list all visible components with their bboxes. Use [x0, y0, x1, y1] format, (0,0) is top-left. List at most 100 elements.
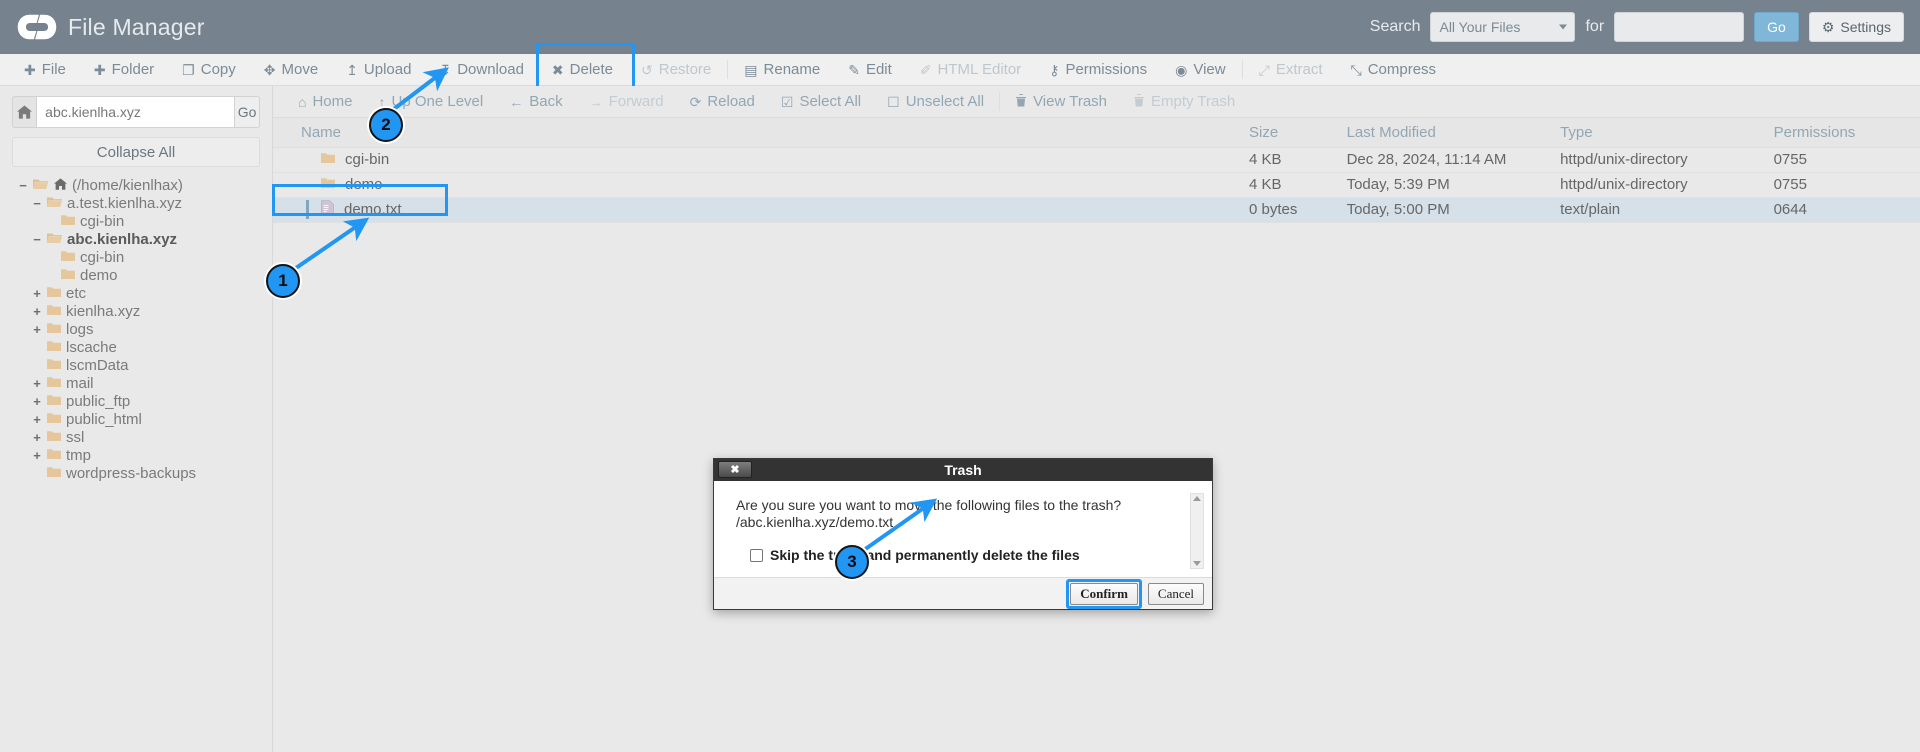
toolbar-item-label: Copy [201, 61, 236, 78]
subbar-item-home[interactable]: ⌂Home [285, 86, 365, 117]
skip-trash-checkbox[interactable] [750, 549, 763, 562]
toolbar-item-delete[interactable]: ✖Delete [538, 54, 627, 85]
tree-item-lscmdata[interactable]: +lscmData [12, 356, 260, 374]
toolbar-item-file[interactable]: ✚File [10, 54, 80, 85]
search-scope-select[interactable]: All Your Files [1430, 12, 1575, 42]
column-header-last-modified[interactable]: Last Modified [1347, 118, 1561, 147]
toolbar-item-label: Upload [364, 61, 412, 78]
html-editor-icon: ✐ [920, 63, 932, 77]
toolbar-item-move[interactable]: ✥Move [250, 54, 332, 85]
dialog-title: Trash [944, 462, 981, 478]
annotation-badge-2: 2 [369, 108, 403, 142]
tree-item-cgi-bin[interactable]: +cgi-bin [12, 248, 260, 266]
expand-plus-icon[interactable]: + [32, 394, 42, 409]
expand-plus-icon[interactable]: + [32, 304, 42, 319]
toolbar-item-label: Permissions [1065, 61, 1147, 78]
subbar-item-reload[interactable]: ⟳Reload [677, 86, 768, 117]
cell-name[interactable]: demo.txt [273, 197, 1249, 222]
settings-button[interactable]: ⚙ Settings [1809, 12, 1904, 42]
tree-item-public_html[interactable]: +public_html [12, 410, 260, 428]
plus-icon: ✚ [94, 63, 106, 77]
file-name: cgi-bin [345, 151, 389, 168]
toolbar-item-compress[interactable]: ⤡Compress [1337, 54, 1451, 85]
skip-trash-checkbox-row[interactable]: Skip the trash and permanently delete th… [750, 547, 1194, 563]
toolbar-item-upload[interactable]: ↥Upload [332, 54, 425, 85]
scroll-down-icon[interactable] [1193, 561, 1201, 566]
column-header-type[interactable]: Type [1560, 118, 1774, 147]
subbar-item-view-trash[interactable]: View Trash [1002, 86, 1120, 117]
tree-item-ssl[interactable]: + ssl [12, 428, 260, 446]
search-input[interactable] [1614, 12, 1744, 42]
tree-item-label: demo [80, 267, 118, 284]
expand-plus-icon[interactable]: + [32, 286, 42, 301]
search-for-label: for [1585, 18, 1604, 36]
toolbar-item-view[interactable]: ◉View [1161, 54, 1239, 85]
search-go-button[interactable]: Go [1754, 12, 1799, 42]
cell-last-modified: Today, 5:00 PM [1347, 197, 1561, 222]
tree-item-mail[interactable]: +mail [12, 374, 260, 392]
toolbar-item-copy[interactable]: ❐ Copy [168, 54, 250, 85]
tree-item-public_ftp[interactable]: +public_ftp [12, 392, 260, 410]
table-row[interactable]: cgi-bin4 KBDec 28, 2024, 11:14 AMhttpd/u… [273, 147, 1920, 172]
collapse-minus-icon[interactable]: − [32, 196, 42, 211]
tree-item-lscache[interactable]: +lscache [12, 338, 260, 356]
toolbar-item-edit[interactable]: ✎Edit [834, 54, 906, 85]
dialog-scrollbar[interactable] [1190, 493, 1204, 569]
tree-item-logs[interactable]: +logs [12, 320, 260, 338]
toolbar-item-rename[interactable]: ▤Rename [730, 54, 834, 85]
expand-plus-icon[interactable]: + [32, 322, 42, 337]
folder-icon [47, 375, 61, 392]
path-go-button[interactable]: Go [234, 96, 260, 128]
subbar-item-label: Up One Level [391, 93, 483, 110]
table-row[interactable]: demo.txt0 bytesToday, 5:00 PMtext/plain0… [273, 197, 1920, 222]
tree-item-label: (/home/kienlhax) [72, 177, 183, 194]
subbar-item-back[interactable]: ←Back [496, 86, 575, 117]
expand-plus-icon[interactable]: + [32, 448, 42, 463]
table-row[interactable]: demo4 KBToday, 5:39 PMhttpd/unix-directo… [273, 172, 1920, 197]
confirm-button[interactable]: Confirm [1070, 583, 1138, 605]
cell-name[interactable]: cgi-bin [273, 147, 1249, 172]
subbar-item-unselect-all[interactable]: ☐Unselect All [874, 86, 997, 117]
tree-item-wordpress-backups[interactable]: +wordpress-backups [12, 464, 260, 482]
copy-icon: ❐ [182, 63, 195, 77]
toolbar-item-download[interactable]: ↧Download [425, 54, 537, 85]
column-header-permissions[interactable]: Permissions [1774, 118, 1920, 147]
cell-name[interactable]: demo [273, 172, 1249, 197]
tree-item-demo[interactable]: +demo [12, 266, 260, 284]
tree-item-abc.kienlha.xyz[interactable]: −abc.kienlha.xyz [12, 230, 260, 248]
tree-item-label: a.test.kienlha.xyz [67, 195, 182, 212]
sidebar-home-button[interactable] [12, 96, 36, 128]
path-input[interactable] [36, 96, 234, 128]
tree-item-etc[interactable]: +etc [12, 284, 260, 302]
toolbar-item-permissions[interactable]: ⚷Permissions [1035, 54, 1161, 85]
tree-item-a.test.kienlha.xyz[interactable]: − a.test.kienlha.xyz [12, 194, 260, 212]
tree-item-label: kienlha.xyz [66, 303, 140, 320]
expand-plus-icon[interactable]: + [32, 430, 42, 445]
column-header-size[interactable]: Size [1249, 118, 1347, 147]
collapse-all-button[interactable]: Collapse All [12, 137, 260, 167]
cell-permissions: 0644 [1774, 197, 1920, 222]
scroll-up-icon[interactable] [1193, 496, 1201, 501]
toolbar-item-folder[interactable]: ✚Folder [80, 54, 168, 85]
cancel-button[interactable]: Cancel [1148, 583, 1204, 605]
tree-item-homekienlhax[interactable]: − (/home/kienlhax) [12, 176, 260, 194]
toolbar-item-label: Move [282, 61, 319, 78]
folder-icon [47, 465, 61, 482]
up-arrow-icon: ↑ [378, 95, 385, 109]
subbar-item-select-all[interactable]: ☑Select All [768, 86, 874, 117]
expand-plus-icon[interactable]: + [32, 412, 42, 427]
expand-plus-icon[interactable]: + [32, 376, 42, 391]
tree-item-cgi-bin[interactable]: +cgi-bin [12, 212, 260, 230]
tree-item-tmp[interactable]: +tmp [12, 446, 260, 464]
chevron-down-icon [1559, 25, 1567, 30]
collapse-minus-icon[interactable]: − [32, 232, 42, 247]
file-name: demo.txt [344, 201, 402, 218]
tree-item-label: ssl [66, 429, 84, 446]
collapse-minus-icon[interactable]: − [18, 178, 28, 193]
cell-permissions: 0755 [1774, 172, 1920, 197]
tree-item-kienlha.xyz[interactable]: + kienlha.xyz [12, 302, 260, 320]
close-icon[interactable]: ✖ [718, 461, 752, 478]
column-header-name[interactable]: Name [273, 118, 1249, 147]
gear-icon: ⚙ [1822, 20, 1835, 34]
file-name: demo [345, 176, 383, 193]
